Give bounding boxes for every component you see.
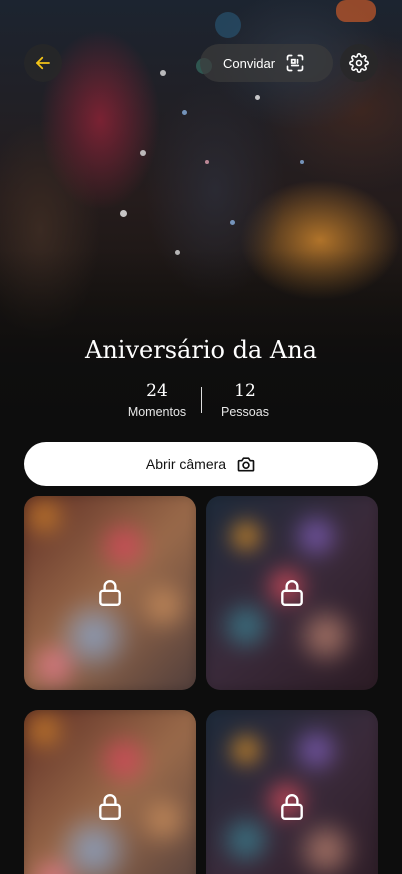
moment-tile[interactable] (24, 496, 196, 690)
arrow-left-icon (36, 56, 50, 70)
back-button[interactable] (24, 44, 62, 82)
moment-tile[interactable] (206, 496, 378, 690)
moments-count: 24 (146, 381, 168, 401)
open-camera-button[interactable]: Abrir câmera (24, 442, 378, 486)
camera-icon (237, 457, 255, 472)
event-title: Aniversário da Ana (85, 336, 317, 364)
people-stat[interactable]: 12 Pessoas (195, 380, 295, 419)
settings-button[interactable] (340, 44, 378, 82)
event-stats: 24 Momentos 12 Pessoas (0, 380, 402, 424)
moment-tile[interactable] (24, 710, 196, 874)
people-label: Pessoas (221, 405, 269, 419)
open-camera-label: Abrir câmera (145, 456, 227, 472)
lock-icon (99, 580, 121, 607)
moment-tile[interactable] (206, 710, 378, 874)
moments-stat: 24 Momentos (107, 380, 207, 419)
invite-label: Convidar (223, 55, 276, 71)
lock-icon (281, 580, 303, 607)
qr-scan-icon (286, 54, 304, 72)
lock-icon (99, 794, 121, 821)
gear-icon (349, 53, 369, 73)
invite-button[interactable]: Convidar (200, 44, 333, 82)
lock-icon (281, 794, 303, 821)
people-count: 12 (234, 381, 256, 401)
moments-label: Momentos (127, 405, 187, 419)
